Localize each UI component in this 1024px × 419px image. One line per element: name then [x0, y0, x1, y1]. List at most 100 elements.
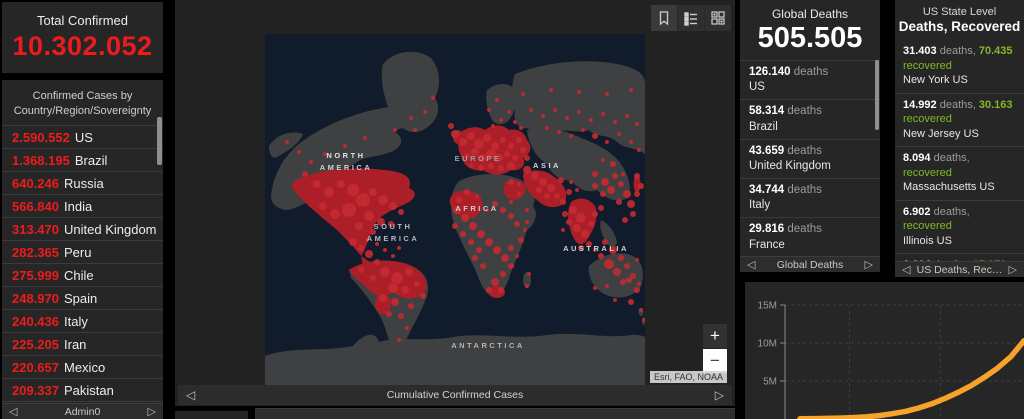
country-row[interactable]: 240.436 Italy: [2, 310, 163, 333]
deaths-row[interactable]: 29.816 deaths France: [740, 218, 880, 258]
svg-text:AMERICA: AMERICA: [320, 163, 373, 172]
prev-arrow-icon[interactable]: ◁: [747, 258, 755, 271]
label-north-america: NORTH: [326, 151, 365, 160]
global-deaths-value: 505.505: [757, 22, 863, 54]
us-state-panel: US State Level Deaths, Recovered 31.403 …: [895, 0, 1024, 277]
bottom-panel-sliver-left: [175, 411, 248, 419]
deaths-unit: deaths: [787, 144, 822, 157]
cumulative-cases-chart[interactable]: 5M 10M 15M: [745, 282, 1024, 419]
country-name: US: [74, 129, 93, 145]
country-name: Mexico: [64, 359, 106, 375]
country-list-scrollbar[interactable]: [157, 117, 162, 165]
svg-text:15M: 15M: [758, 301, 777, 312]
us-state-footer: ◁ US Deaths, Rec… ▷: [895, 261, 1024, 277]
prev-arrow-icon[interactable]: ◁: [9, 405, 17, 418]
country-row[interactable]: 566.840 India: [2, 195, 163, 218]
header-line1: Confirmed Cases by: [32, 90, 133, 102]
deaths-value: 34.744: [749, 184, 785, 197]
deaths-value: 29.816: [749, 223, 785, 236]
country-row[interactable]: 220.657 Mexico: [2, 356, 163, 379]
next-arrow-icon[interactable]: ▷: [865, 258, 873, 271]
state-row[interactable]: 6.902 deaths, recovered Illinois US: [895, 201, 1024, 255]
total-confirmed-panel: Total Confirmed 10.302.052: [2, 2, 163, 73]
map-footer: ◁ Cumulative Confirmed Cases ▷: [178, 385, 732, 405]
deaths-row[interactable]: 34.744 deaths Italy: [740, 179, 880, 219]
country-row[interactable]: 275.999 Chile: [2, 264, 163, 287]
country-row[interactable]: 313.470 United Kingdom: [2, 218, 163, 241]
country-cases-value: 240.436: [12, 313, 59, 329]
svg-text:5M: 5M: [763, 377, 777, 388]
country-row[interactable]: 248.970 Spain: [2, 287, 163, 310]
state-deaths-value: 31.403: [903, 45, 937, 57]
country-row[interactable]: 209.337 Pakistan: [2, 379, 163, 402]
country-name: Brazil: [74, 152, 108, 168]
deaths-row[interactable]: 58.314 deaths Brazil: [740, 100, 880, 140]
country-name: Spain: [64, 290, 98, 306]
prev-arrow-icon[interactable]: ◁: [902, 263, 910, 276]
global-deaths-title: Global Deaths: [771, 7, 849, 21]
country-cases-value: 209.337: [12, 382, 59, 398]
state-row[interactable]: 8.094 deaths, recovered Massachusetts US: [895, 147, 1024, 201]
state-name: New York US: [903, 74, 968, 87]
world-map[interactable]: NORTH AMERICA EUROPE ASIA AFRICA SOUTH A…: [265, 34, 645, 385]
country-name: Russia: [64, 175, 104, 191]
state-recovered-word: recovered: [903, 113, 952, 126]
country-name: India: [64, 198, 93, 214]
country-cases-value: 248.970: [12, 290, 59, 306]
deaths-unit: deaths: [793, 66, 829, 78]
country-row[interactable]: 282.365 Peru: [2, 241, 163, 264]
header-line2: Country/Region/Sovereignty: [13, 104, 152, 117]
state-recovered-value: 30.163: [978, 98, 1013, 111]
deaths-row[interactable]: 43.659 deaths United Kingdom: [740, 140, 880, 180]
country-cases-value: 282.365: [12, 244, 59, 260]
zoom-out-button[interactable]: −: [703, 349, 727, 373]
state-row[interactable]: 14.992 deaths, 30.163 recovered New Jers…: [895, 94, 1024, 148]
prev-arrow-icon[interactable]: ◁: [186, 388, 195, 402]
country-row[interactable]: 640.246 Russia: [2, 172, 163, 195]
confirmed-by-country-header: Confirmed Cases by Country/Region/Sovere…: [2, 80, 163, 119]
country-footer-label: Admin0: [64, 405, 101, 418]
country-row[interactable]: 1.368.195 Brazil: [2, 149, 163, 172]
us-state-list: 31.403 deaths, 70.435 recovered New York…: [895, 40, 1024, 277]
map-toolbar: [651, 5, 731, 31]
deaths-value: 43.659: [749, 144, 785, 157]
deaths-unit: deaths: [787, 105, 822, 118]
country-name: Iran: [64, 336, 87, 352]
country-name: United Kingdom: [64, 221, 157, 237]
total-confirmed-title: Total Confirmed: [36, 13, 129, 28]
state-deaths-value: 8.094: [903, 152, 931, 165]
legend-list-icon[interactable]: [678, 5, 704, 31]
map-footer-label: Cumulative Confirmed Cases: [386, 389, 524, 401]
deaths-country: Brazil: [749, 120, 778, 133]
total-confirmed-value: 10.302.052: [12, 31, 153, 61]
global-deaths-footer-label: Global Deaths: [776, 258, 844, 271]
svg-text:AMERICA: AMERICA: [367, 234, 420, 243]
country-row[interactable]: 225.205 Iran: [2, 333, 163, 356]
bookmark-icon[interactable]: [651, 5, 677, 31]
country-name: Italy: [64, 313, 88, 329]
deaths-country: Italy: [749, 199, 771, 212]
deaths-country: United Kingdom: [749, 159, 831, 172]
map-panel: NORTH AMERICA EUROPE ASIA AFRICA SOUTH A…: [175, 0, 735, 406]
next-arrow-icon[interactable]: ▷: [148, 405, 156, 418]
deaths-country: France: [749, 238, 785, 251]
deaths-unit: deaths: [787, 184, 822, 197]
country-row[interactable]: 2.590.552 US: [2, 126, 163, 149]
global-deaths-panel: Global Deaths 505.505 126.140 deaths US …: [740, 0, 880, 272]
deaths-row[interactable]: 126.140 deaths US: [740, 61, 880, 101]
state-recovered-word: recovered: [903, 220, 952, 233]
next-arrow-icon[interactable]: ▷: [715, 388, 724, 402]
country-cases-value: 313.470: [12, 221, 59, 237]
map-attribution: Esri, FAO, NOAA: [650, 371, 728, 383]
country-cases-value: 220.657: [12, 359, 59, 375]
label-africa: AFRICA: [455, 204, 498, 213]
zoom-in-button[interactable]: +: [703, 324, 727, 348]
country-name: Chile: [64, 267, 94, 283]
state-row[interactable]: 31.403 deaths, 70.435 recovered New York…: [895, 40, 1024, 94]
next-arrow-icon[interactable]: ▷: [1009, 263, 1017, 276]
state-recovered-word: recovered: [903, 59, 952, 72]
global-deaths-scrollbar[interactable]: [875, 60, 879, 130]
basemap-grid-icon[interactable]: [705, 5, 731, 31]
country-name: Peru: [64, 244, 92, 260]
state-name: Illinois US: [903, 234, 952, 247]
